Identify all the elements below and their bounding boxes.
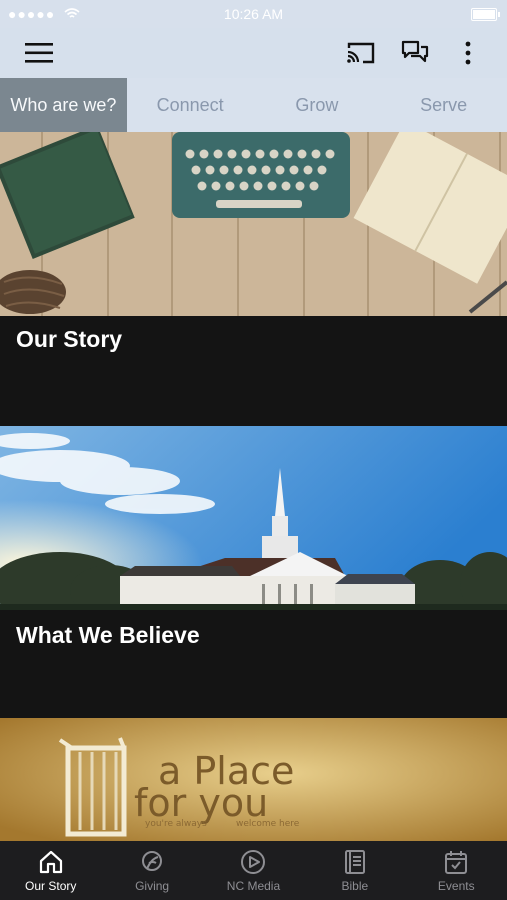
- app-bar: [0, 28, 507, 78]
- nav-giving[interactable]: Giving: [101, 841, 202, 900]
- more-vert-icon: [465, 41, 471, 65]
- nav-label: Events: [437, 879, 475, 893]
- place-for-you-banner: a Place for you you're always welcome he…: [0, 718, 507, 841]
- tab-grow[interactable]: Grow: [254, 78, 381, 132]
- tab-serve[interactable]: Serve: [380, 78, 507, 132]
- nav-label: Giving: [135, 879, 170, 893]
- battery-icon: [471, 8, 500, 21]
- nav-label: Bible: [341, 879, 369, 893]
- church-photo: [0, 426, 507, 610]
- banner-tagline-right: welcome here: [236, 819, 300, 829]
- tab-who-are-we[interactable]: Who are we?: [0, 78, 127, 132]
- bottom-nav: Our Story Giving NC Media Bible Events: [0, 841, 507, 900]
- cast-button[interactable]: [342, 37, 380, 69]
- nav-label: NC Media: [226, 879, 281, 893]
- desk-photo: [0, 132, 507, 316]
- clock: 10:26 AM: [223, 6, 284, 22]
- nav-bible[interactable]: Bible: [304, 841, 405, 900]
- card-what-we-believe[interactable]: What We Believe: [0, 426, 507, 718]
- calendar-icon: [445, 851, 468, 874]
- giving-icon: [142, 851, 163, 871]
- cast-icon: [347, 42, 375, 64]
- nav-label: Our Story: [25, 879, 77, 893]
- tab-bar: Who are we? Connect Grow Serve: [0, 78, 507, 132]
- card-title: What We Believe: [16, 622, 200, 648]
- chat-button[interactable]: [396, 37, 434, 69]
- home-icon: [39, 850, 62, 874]
- nav-events[interactable]: Events: [406, 841, 507, 900]
- chat-icon: [401, 40, 429, 63]
- status-bar: ●●●●● 10:26 AM: [0, 0, 507, 28]
- nav-our-story[interactable]: Our Story: [0, 841, 101, 900]
- menu-button[interactable]: [20, 38, 58, 68]
- tab-connect[interactable]: Connect: [127, 78, 254, 132]
- bible-icon: [344, 850, 365, 874]
- card-a-place-for-you[interactable]: a Place for you you're always welcome he…: [0, 718, 507, 841]
- menu-icon: [25, 43, 53, 63]
- play-icon: [241, 850, 266, 874]
- more-button[interactable]: [456, 37, 480, 69]
- card-title: Our Story: [16, 326, 123, 352]
- card-our-story[interactable]: Our Story: [0, 132, 507, 426]
- nav-nc-media[interactable]: NC Media: [203, 841, 304, 900]
- banner-tagline-left: you're always: [145, 819, 207, 829]
